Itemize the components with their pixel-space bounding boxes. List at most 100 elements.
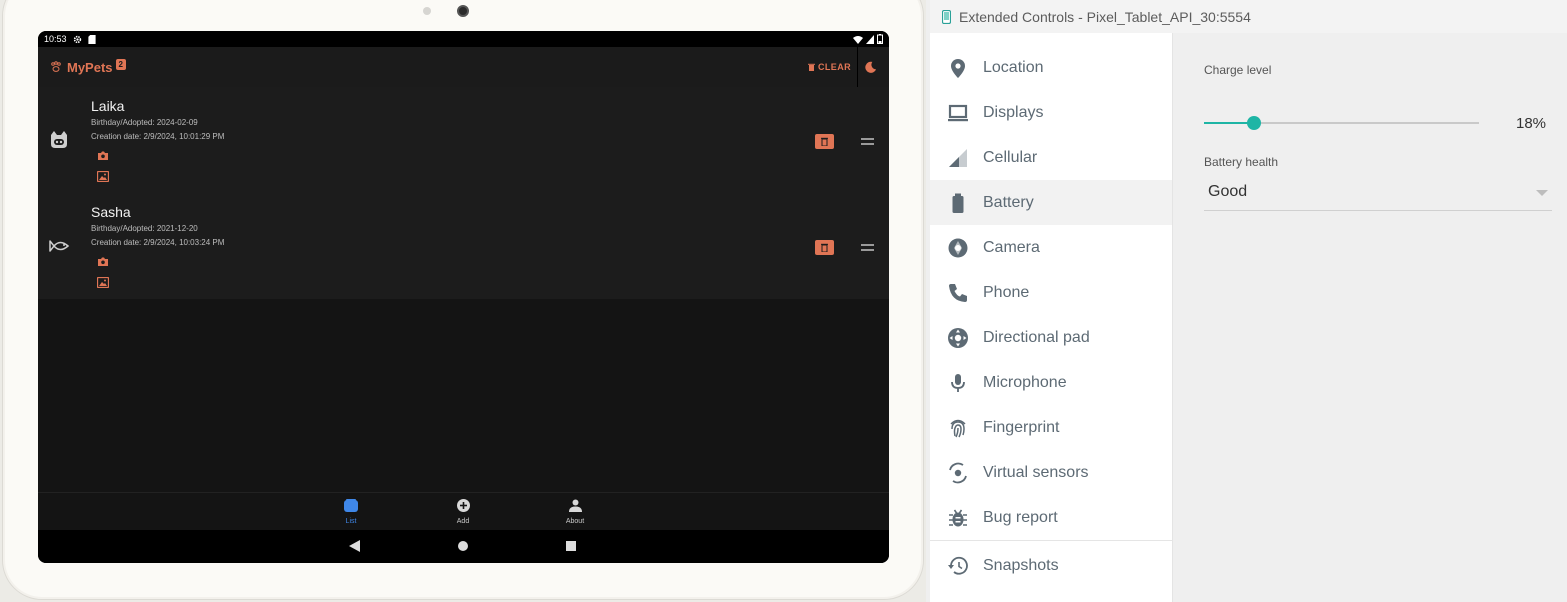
pet-count-badge: 2 bbox=[115, 58, 126, 70]
back-icon[interactable] bbox=[349, 540, 360, 552]
sd-card-icon bbox=[87, 34, 96, 44]
clear-button[interactable]: CLEAR bbox=[808, 62, 851, 72]
pet-birthday: Birthday/Adopted: 2021-12-20 bbox=[91, 224, 198, 233]
sidebar-item-virtual-sensors[interactable]: Virtual sensors bbox=[930, 450, 1172, 495]
nav-tab-list[interactable]: List bbox=[331, 499, 371, 525]
sidebar-item-phone[interactable]: Phone bbox=[930, 270, 1172, 315]
nav-tab-about[interactable]: About bbox=[555, 499, 595, 525]
battery-health-value: Good bbox=[1208, 183, 1248, 200]
sidebar-item-label: Phone bbox=[983, 283, 1030, 301]
charge-level-value: 18% bbox=[1516, 115, 1547, 132]
trash-icon bbox=[821, 137, 828, 146]
battery-health-dropdown[interactable]: Good bbox=[1204, 175, 1552, 211]
camera-aperture-icon bbox=[948, 238, 968, 258]
pet-creation-date: Creation date: 2/9/2024, 10:03:24 PM bbox=[91, 238, 225, 247]
list-icon bbox=[344, 499, 358, 512]
extended-controls-sidebar: Location Displays Cellular Battery Camer… bbox=[930, 33, 1172, 602]
nav-tab-add[interactable]: Add bbox=[443, 499, 483, 525]
battery-status-icon bbox=[877, 34, 883, 44]
sidebar-item-label: Microphone bbox=[983, 373, 1067, 391]
sidebar-item-label: Battery bbox=[983, 193, 1034, 211]
paw-icon bbox=[51, 61, 61, 72]
sidebar-item-microphone[interactable]: Microphone bbox=[930, 360, 1172, 405]
sidebar-item-fingerprint[interactable]: Fingerprint bbox=[930, 405, 1172, 450]
sidebar-item-label: Camera bbox=[983, 238, 1040, 256]
fish-icon bbox=[49, 240, 70, 252]
gallery-icon[interactable] bbox=[97, 277, 109, 288]
person-icon bbox=[568, 499, 582, 512]
charge-level-slider-thumb[interactable] bbox=[1246, 116, 1261, 130]
sidebar-item-displays[interactable]: Displays bbox=[930, 90, 1172, 135]
cat-icon bbox=[51, 131, 67, 148]
pet-list: Laika Birthday/Adopted: 2024-02-09 Creat… bbox=[38, 87, 889, 299]
dropdown-caret-icon bbox=[1536, 190, 1548, 196]
nav-tab-label: List bbox=[345, 518, 357, 525]
bug-icon bbox=[949, 509, 967, 527]
app-title: MyPets bbox=[67, 59, 113, 75]
window-titlebar: Extended Controls - Pixel_Tablet_API_30:… bbox=[930, 0, 1567, 33]
drag-handle-icon[interactable] bbox=[861, 138, 874, 145]
sensor-dot bbox=[423, 7, 431, 15]
sidebar-item-label: Fingerprint bbox=[983, 418, 1060, 436]
sidebar-item-label: Bug report bbox=[983, 508, 1058, 526]
phone-icon bbox=[949, 284, 967, 302]
app-bar: MyPets 2 CLEAR bbox=[38, 47, 889, 87]
pet-birthday: Birthday/Adopted: 2024-02-09 bbox=[91, 118, 198, 127]
charge-level-label: Charge level bbox=[1204, 63, 1272, 77]
appbar-divider bbox=[857, 47, 858, 87]
trash-icon bbox=[808, 63, 815, 71]
pet-list-item[interactable]: Laika Birthday/Adopted: 2024-02-09 Creat… bbox=[38, 87, 889, 193]
sidebar-item-directional-pad[interactable]: Directional pad bbox=[930, 315, 1172, 360]
rotation-sensor-icon bbox=[949, 462, 967, 484]
signal-icon bbox=[866, 34, 874, 44]
add-circle-icon bbox=[456, 499, 470, 512]
gallery-icon[interactable] bbox=[97, 171, 109, 182]
clear-button-label: CLEAR bbox=[818, 62, 851, 72]
microphone-icon bbox=[951, 374, 965, 392]
wifi-icon bbox=[853, 35, 863, 44]
trash-icon bbox=[821, 243, 828, 252]
front-camera-icon bbox=[457, 5, 469, 17]
extended-controls-window: Extended Controls - Pixel_Tablet_API_30:… bbox=[930, 0, 1567, 602]
status-time: 10:53 bbox=[44, 34, 67, 44]
sidebar-item-bug-report[interactable]: Bug report bbox=[930, 495, 1172, 540]
emulator-window: 10:53 MyPets 2 CLEAR Laika Birthday/Adop… bbox=[0, 0, 926, 602]
sidebar-item-label: Cellular bbox=[983, 148, 1038, 166]
battery-settings-panel: Charge level 18% Battery health Good bbox=[1172, 33, 1567, 602]
sidebar-item-camera[interactable]: Camera bbox=[930, 225, 1172, 270]
charge-level-slider[interactable] bbox=[1204, 116, 1479, 130]
device-screen: 10:53 MyPets 2 CLEAR Laika Birthday/Adop… bbox=[38, 31, 889, 563]
delete-pet-button[interactable] bbox=[815, 134, 834, 149]
sidebar-item-label: Location bbox=[983, 58, 1044, 76]
sidebar-item-label: Displays bbox=[983, 103, 1044, 121]
nav-tab-label: About bbox=[565, 518, 585, 525]
status-bar: 10:53 bbox=[38, 31, 889, 47]
camera-icon[interactable] bbox=[98, 257, 108, 266]
moon-icon bbox=[865, 61, 877, 73]
pet-name: Sasha bbox=[91, 204, 131, 220]
delete-pet-button[interactable] bbox=[815, 240, 834, 255]
emulator-app-icon bbox=[942, 9, 951, 24]
camera-icon[interactable] bbox=[98, 151, 108, 160]
sidebar-item-location[interactable]: Location bbox=[930, 45, 1172, 90]
sidebar-item-cellular[interactable]: Cellular bbox=[930, 135, 1172, 180]
sidebar-item-label: Virtual sensors bbox=[983, 463, 1089, 481]
drag-handle-icon[interactable] bbox=[861, 244, 874, 251]
bottom-navigation: List Add About bbox=[38, 492, 889, 530]
pet-list-item[interactable]: Sasha Birthday/Adopted: 2021-12-20 Creat… bbox=[38, 193, 889, 299]
recents-icon[interactable] bbox=[566, 541, 576, 551]
sidebar-item-battery[interactable]: Battery bbox=[930, 180, 1172, 225]
display-icon bbox=[948, 104, 968, 122]
theme-toggle-button[interactable] bbox=[864, 61, 877, 74]
sidebar-item-label: Snapshots bbox=[983, 556, 1059, 574]
sidebar-item-snapshots[interactable]: Snapshots bbox=[930, 543, 1172, 588]
home-icon[interactable] bbox=[458, 541, 468, 551]
dpad-icon bbox=[948, 328, 968, 348]
sidebar-item-label: Directional pad bbox=[983, 328, 1090, 346]
cellular-signal-icon bbox=[949, 149, 967, 167]
fingerprint-icon bbox=[950, 419, 966, 438]
sidebar-divider bbox=[930, 540, 1172, 541]
settings-gear-icon bbox=[73, 35, 81, 43]
pet-name: Laika bbox=[91, 98, 125, 114]
battery-icon bbox=[952, 193, 964, 213]
